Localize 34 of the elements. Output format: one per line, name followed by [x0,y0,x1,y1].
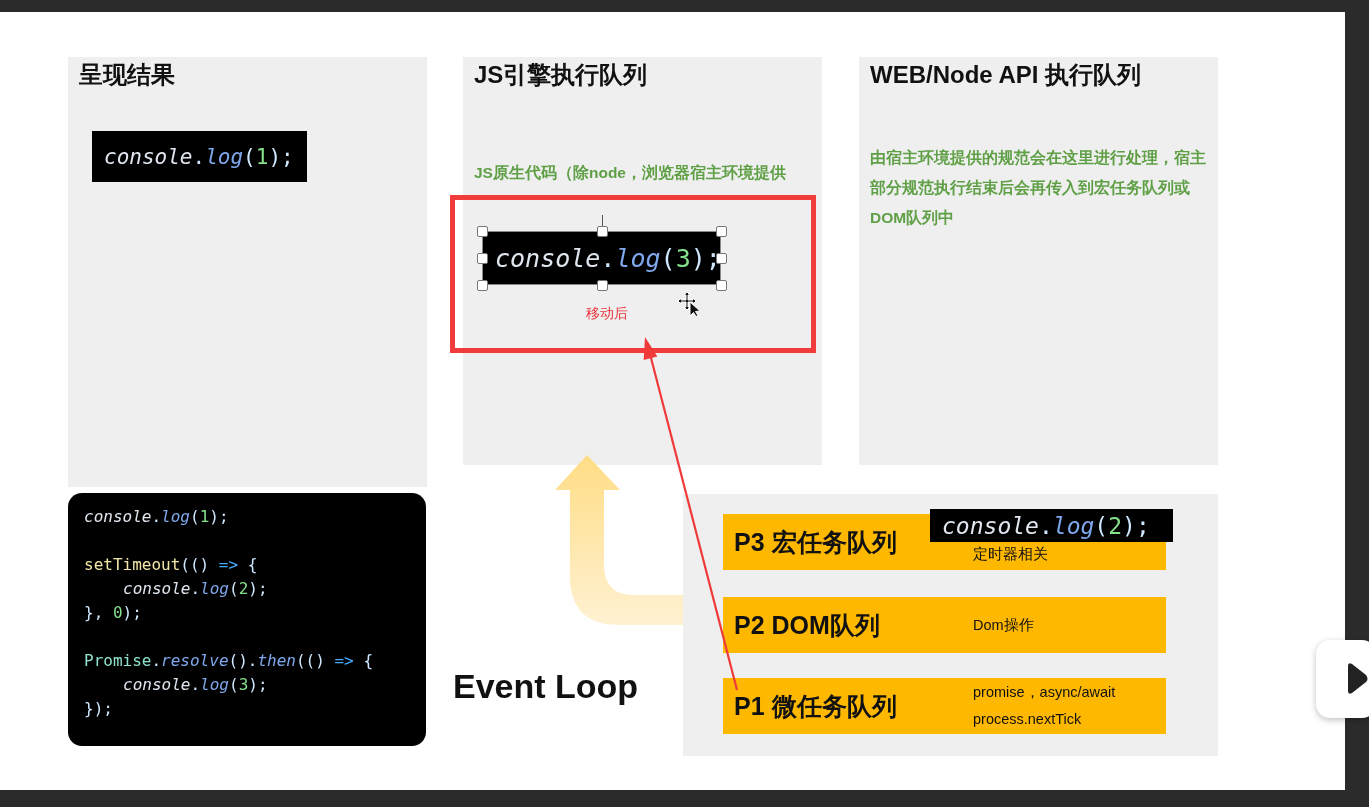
panel-title: 呈现结果 [79,60,175,90]
code-line: Promise.resolve().then(() => { [84,650,374,672]
resize-handle[interactable] [596,226,608,237]
code-line: console.log(1); [84,506,230,528]
panel-note: JS原生代码（除node，浏览器宿主环境提供 [474,163,787,183]
resize-handle[interactable] [716,226,727,237]
move-cursor-icon [677,291,703,317]
queue-note: 定时器相关 [973,544,1048,564]
panel-title: JS引擎执行队列 [474,60,648,90]
panel-note: 由宿主环境提供的规范会在这里进行处理，宿主部分规范执行结束后会再传入到宏任务队列或DOM队列中 [870,148,1207,228]
queue-name: P1 微任务队列 [733,690,898,722]
queue-name: P2 DOM队列 [733,609,881,641]
resize-handle[interactable] [596,280,608,291]
floating-widget[interactable] [1316,640,1369,718]
code-line: setTimeout(() => { [84,554,259,576]
resize-handle[interactable] [477,226,488,237]
code-snippet[interactable]: console.log(1); [92,131,307,182]
code-snippet[interactable]: console.log(3); [482,231,721,285]
panel-title: WEB/Node API 执行队列 [870,60,1142,90]
code-snippet[interactable]: console.log(2); [930,509,1173,542]
event-loop-label: Event Loop [453,667,639,706]
queue-note: process.nextTick [973,710,1083,729]
queue-note: Dom操作 [973,615,1034,635]
resize-handle[interactable] [716,253,727,264]
play-icon[interactable] [1346,662,1368,696]
resize-handle[interactable] [716,280,727,291]
queue-note: promise，async/await [973,683,1116,702]
resize-handle[interactable] [477,280,488,291]
code-line: }, 0); [84,602,143,624]
code-line: }); [84,698,114,720]
code-line: console.log(3); [122,674,269,696]
code-line: console.log(2); [122,578,269,600]
resize-handle[interactable] [477,253,488,264]
moved-label: 移动后 [586,305,628,323]
